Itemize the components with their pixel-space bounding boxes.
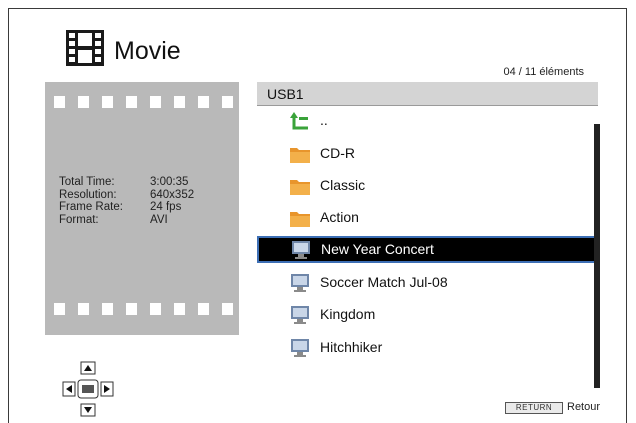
info-row-resolution: Resolution: 640x352: [59, 188, 195, 201]
list-scrollbar[interactable]: [594, 124, 600, 388]
list-item-video[interactable]: Hitchhiker: [257, 335, 596, 360]
movie-info-table: Total Time: 3:00:35 Resolution: 640x352 …: [59, 176, 194, 226]
current-path: USB1: [267, 86, 304, 102]
film-icon: [66, 30, 104, 66]
page-title: Movie: [114, 37, 181, 65]
list-item-folder[interactable]: Action: [257, 205, 596, 230]
list-item-folder[interactable]: CD-R: [257, 141, 596, 166]
list-item-video-selected[interactable]: New Year Concert: [257, 236, 596, 263]
video-file-icon: [291, 339, 309, 357]
list-item-folder[interactable]: Classic: [257, 173, 596, 198]
info-row-frame-rate: Frame Rate: 24 fps: [59, 201, 182, 213]
parent-folder-arrow-icon: [290, 112, 308, 130]
item-count: 04 / 11 éléments: [503, 66, 584, 78]
info-row-format: Format: AVI: [59, 213, 168, 226]
folder-icon: [290, 148, 310, 163]
list-item-video[interactable]: Soccer Match Jul-08: [257, 270, 596, 295]
folder-icon: [290, 180, 310, 195]
list-item-video[interactable]: Kingdom: [257, 302, 596, 327]
return-label: Retour: [567, 401, 601, 413]
folder-icon: [290, 212, 310, 227]
filmstrip-perforations-bottom: [45, 303, 239, 315]
video-file-icon: [292, 241, 310, 259]
video-file-icon: [291, 306, 309, 324]
movie-info-panel: Total Time: 3:00:35 Resolution: 640x352 …: [45, 82, 239, 335]
path-bar: USB1: [257, 82, 598, 106]
info-row-total-time: Total Time: 3:00:35: [59, 176, 189, 188]
video-file-icon: [291, 274, 309, 292]
return-key-icon[interactable]: RETURN: [505, 402, 563, 414]
dpad-navigation-icon: [62, 361, 114, 417]
filmstrip-perforations-top: [45, 96, 239, 108]
list-item-parent[interactable]: ..: [257, 108, 596, 133]
